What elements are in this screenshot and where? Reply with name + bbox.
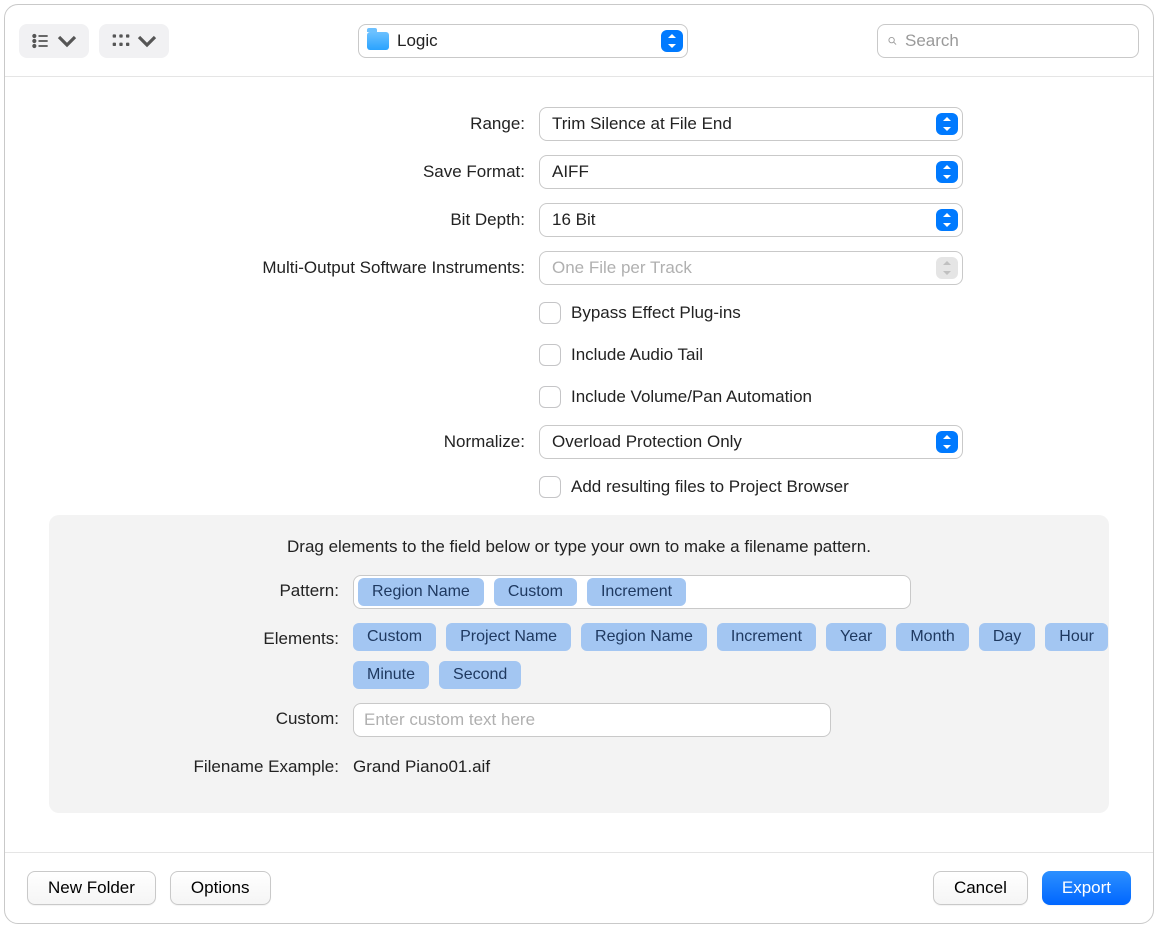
- format-label: Save Format:: [49, 155, 539, 189]
- dialog-body: Range: Trim Silence at File End Save For…: [5, 77, 1153, 852]
- audio-tail-checkbox[interactable]: [539, 344, 561, 366]
- search-icon: [888, 33, 897, 49]
- element-token[interactable]: Day: [979, 623, 1035, 651]
- pattern-field[interactable]: Region Name Custom Increment: [353, 575, 911, 609]
- search-input[interactable]: [903, 30, 1128, 52]
- normalize-select[interactable]: Overload Protection Only: [539, 425, 963, 459]
- custom-text-input[interactable]: [353, 703, 831, 737]
- audio-tail-label: Include Audio Tail: [571, 341, 703, 369]
- dialog-footer: New Folder Options Cancel Export: [5, 852, 1153, 923]
- add-to-browser-label: Add resulting files to Project Browser: [571, 473, 849, 501]
- bitdepth-select[interactable]: 16 Bit: [539, 203, 963, 237]
- bitdepth-label: Bit Depth:: [49, 203, 539, 237]
- volpan-checkbox[interactable]: [539, 386, 561, 408]
- chevron-down-icon: [57, 31, 77, 51]
- element-token[interactable]: Month: [896, 623, 968, 651]
- range-select[interactable]: Trim Silence at File End: [539, 107, 963, 141]
- elements-label: Elements:: [93, 623, 353, 655]
- pattern-token[interactable]: Custom: [494, 578, 577, 606]
- options-button[interactable]: Options: [170, 871, 271, 905]
- grid-icon: [111, 31, 131, 51]
- element-token[interactable]: Custom: [353, 623, 436, 651]
- element-token[interactable]: Increment: [717, 623, 816, 651]
- export-button[interactable]: Export: [1042, 871, 1131, 905]
- pattern-label: Pattern:: [93, 575, 353, 607]
- list-bullets-icon: [31, 31, 51, 51]
- chevron-down-icon: [137, 31, 157, 51]
- format-select[interactable]: AIFF: [539, 155, 963, 189]
- export-dialog: Logic Range: Trim Silence at File End Sa…: [4, 4, 1154, 924]
- location-popup[interactable]: Logic: [358, 24, 688, 58]
- view-list-button[interactable]: [19, 24, 89, 58]
- element-token[interactable]: Region Name: [581, 623, 707, 651]
- custom-label: Custom:: [93, 703, 353, 735]
- bypass-checkbox[interactable]: [539, 302, 561, 324]
- element-token[interactable]: Year: [826, 623, 886, 651]
- element-token[interactable]: Second: [439, 661, 521, 689]
- element-token[interactable]: Project Name: [446, 623, 571, 651]
- multiout-label: Multi-Output Software Instruments:: [49, 251, 539, 285]
- toolbar: Logic: [5, 5, 1153, 77]
- updown-arrows-icon: [661, 30, 683, 52]
- element-token[interactable]: Minute: [353, 661, 429, 689]
- example-value: Grand Piano01.aif: [353, 751, 1065, 783]
- normalize-label: Normalize:: [49, 425, 539, 459]
- pattern-token[interactable]: Increment: [587, 578, 686, 606]
- folder-icon: [367, 32, 389, 50]
- search-field[interactable]: [877, 24, 1139, 58]
- bypass-label: Bypass Effect Plug-ins: [571, 299, 741, 327]
- elements-pool: Custom Project Name Region Name Incremen…: [353, 623, 1113, 689]
- new-folder-button[interactable]: New Folder: [27, 871, 156, 905]
- element-token[interactable]: Hour: [1045, 623, 1108, 651]
- cancel-button[interactable]: Cancel: [933, 871, 1028, 905]
- multiout-select: One File per Track: [539, 251, 963, 285]
- volpan-label: Include Volume/Pan Automation: [571, 383, 812, 411]
- range-label: Range:: [49, 107, 539, 141]
- pattern-hint: Drag elements to the field below or type…: [93, 537, 1065, 557]
- view-grid-button[interactable]: [99, 24, 169, 58]
- pattern-token[interactable]: Region Name: [358, 578, 484, 606]
- location-name: Logic: [397, 31, 653, 51]
- add-to-browser-checkbox[interactable]: [539, 476, 561, 498]
- filename-pattern-panel: Drag elements to the field below or type…: [49, 515, 1109, 813]
- example-label: Filename Example:: [93, 751, 353, 783]
